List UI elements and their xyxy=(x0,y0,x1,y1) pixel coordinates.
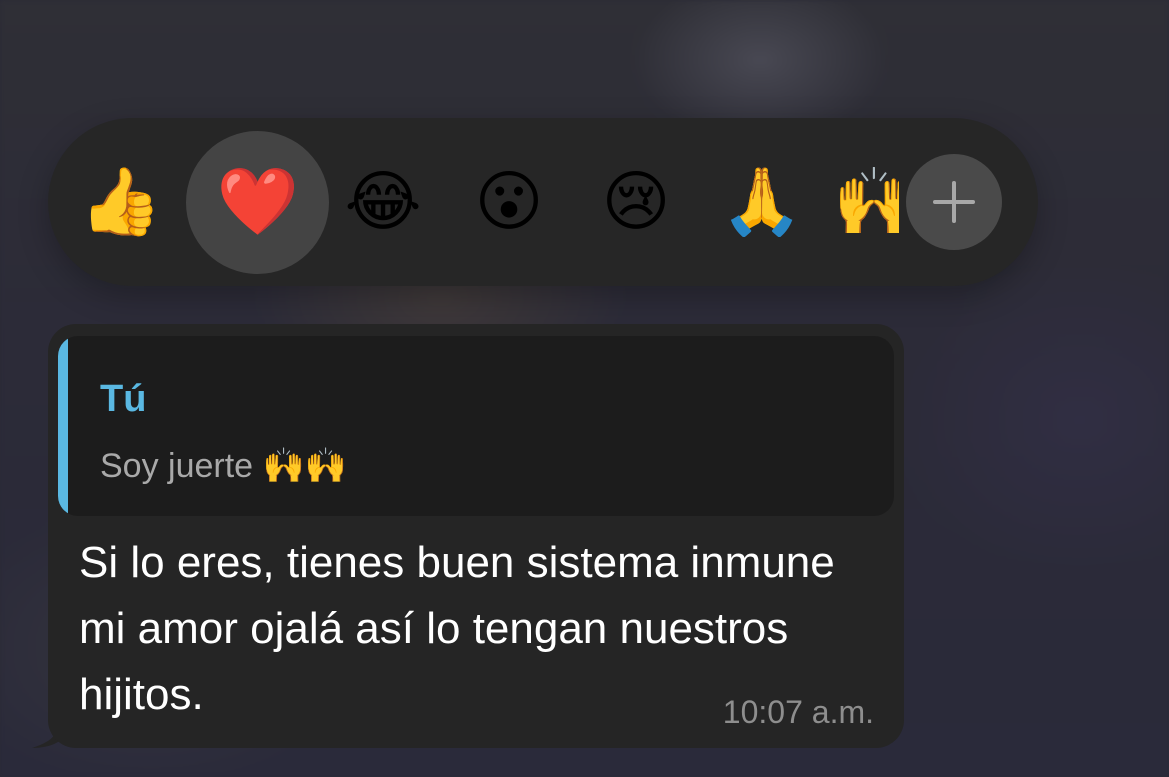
more-reactions-button[interactable] xyxy=(906,154,1002,250)
quoted-reply[interactable]: Tú Soy juerte 🙌🙌 xyxy=(58,336,894,516)
reaction-praying[interactable]: 🙏 xyxy=(717,167,807,237)
reaction-raised-hands[interactable]: 🙌 xyxy=(833,167,899,237)
reaction-crying[interactable]: 😢 xyxy=(591,167,681,237)
quote-accent-bar xyxy=(58,336,68,516)
message-bubble[interactable]: Tú Soy juerte 🙌🙌 Si lo eres, tienes buen… xyxy=(48,324,904,748)
reaction-laughing[interactable]: 😂 xyxy=(338,167,428,237)
reaction-heart[interactable]: ❤️ xyxy=(213,167,303,237)
reaction-thumbs-up[interactable]: 👍 xyxy=(76,167,166,237)
quote-author: Tú xyxy=(100,378,147,420)
quote-text: Soy juerte 🙌🙌 xyxy=(100,447,348,485)
reaction-picker: 👍 ❤️ 😂 😮 😢 🙏 🙌 xyxy=(48,118,1038,286)
message-timestamp: 10:07 a.m. xyxy=(722,694,874,730)
reaction-surprised[interactable]: 😮 xyxy=(464,167,554,237)
